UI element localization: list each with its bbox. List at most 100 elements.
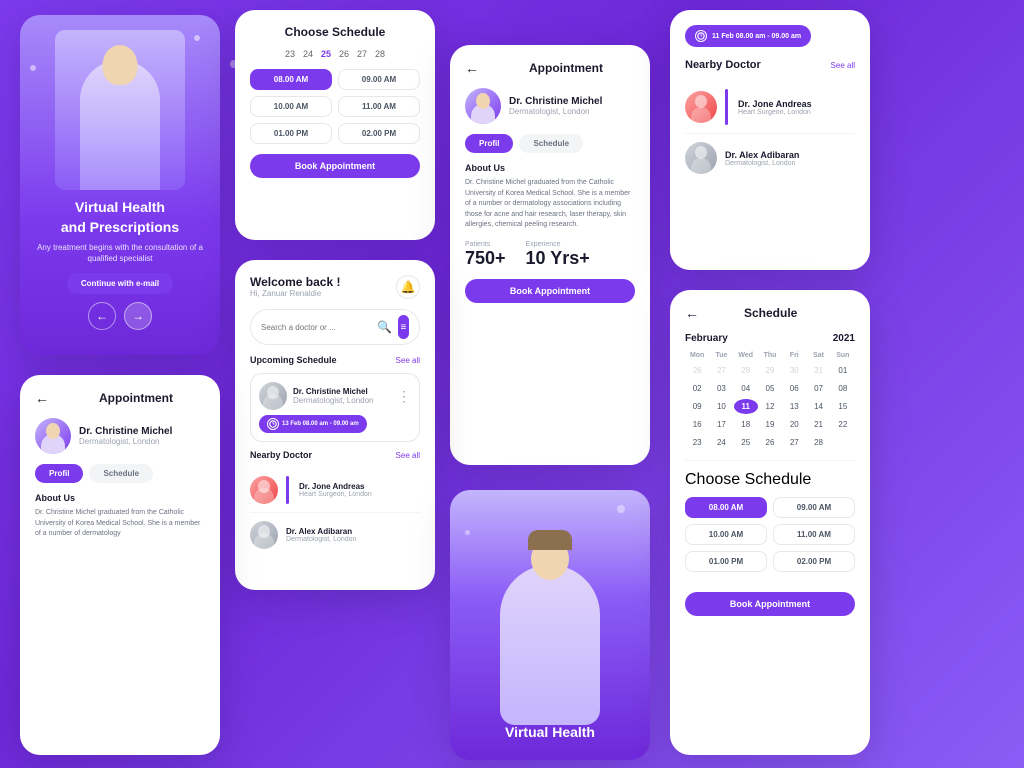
- book-appointment-button-appt-top[interactable]: Book Appointment: [465, 279, 635, 303]
- time-slot-0900[interactable]: 09.00 AM: [338, 69, 420, 90]
- date-26[interactable]: 26: [339, 49, 349, 59]
- time-slot-1000[interactable]: 10.00 AM: [250, 96, 332, 117]
- doctor-info-row-top: Dr. Christine Michel Dermatologist, Lond…: [465, 88, 635, 124]
- welcome-doc-spec-alex: Dermatologist, London: [286, 536, 356, 543]
- cal-date-06[interactable]: 06: [782, 381, 806, 396]
- cal-divider: [685, 460, 855, 461]
- cal-date-15[interactable]: 15: [831, 399, 855, 414]
- cal-date-31p[interactable]: 31: [806, 363, 830, 378]
- doctor-name-jone: Dr. Jone Andreas: [738, 99, 812, 109]
- notification-icon[interactable]: 🔔: [396, 275, 420, 299]
- experience-label: Experience: [526, 241, 590, 248]
- cal-date-20[interactable]: 20: [782, 417, 806, 432]
- cal-week-3: 09 10 11 12 13 14 15: [685, 399, 855, 414]
- date-23[interactable]: 23: [285, 49, 295, 59]
- cal-date-02[interactable]: 02: [685, 381, 709, 396]
- cal-date-01[interactable]: 01: [831, 363, 855, 378]
- welcome-username: Hi, Zanuar Renaldie: [250, 289, 340, 298]
- patients-value: 750+: [465, 248, 506, 269]
- cal-date-21[interactable]: 21: [806, 417, 830, 432]
- tab-profil-bottom[interactable]: Profil: [35, 464, 83, 483]
- tab-profil-top[interactable]: Profil: [465, 134, 513, 153]
- sched-doc-spec: Dermatologist, London: [293, 396, 374, 405]
- time-slot-0200[interactable]: 02.00 PM: [338, 123, 420, 144]
- tab-schedule-top[interactable]: Schedule: [519, 134, 583, 153]
- hero-title-line2: and Prescriptions: [61, 219, 179, 235]
- date-28[interactable]: 28: [375, 49, 385, 59]
- sched-card-header: Dr. Christine Michel Dermatologist, Lond…: [259, 382, 411, 410]
- cal-time-slot-1100[interactable]: 11.00 AM: [773, 524, 855, 545]
- cal-date-26[interactable]: 26: [758, 435, 782, 450]
- cal-date-23[interactable]: 23: [685, 435, 709, 450]
- cal-date-16[interactable]: 16: [685, 417, 709, 432]
- cal-date-13[interactable]: 13: [782, 399, 806, 414]
- nearby-see-all-top[interactable]: See all: [831, 61, 855, 70]
- filter-button[interactable]: ≡: [398, 315, 409, 339]
- welcome-doc-thumb-jone: [250, 476, 278, 504]
- cal-date-17[interactable]: 17: [709, 417, 733, 432]
- upcoming-see-all[interactable]: See all: [396, 356, 420, 365]
- cal-date-27p[interactable]: 27: [709, 363, 733, 378]
- nearby-doctor-item-0: Dr. Jone Andreas Heart Surgeon, London: [685, 81, 855, 134]
- cal-date-07[interactable]: 07: [806, 381, 830, 396]
- welcome-text-group: Welcome back ! Hi, Zanuar Renaldie: [250, 275, 340, 298]
- cal-date-22[interactable]: 22: [831, 417, 855, 432]
- cal-date-24[interactable]: 24: [709, 435, 733, 450]
- book-appointment-button-top[interactable]: Book Appointment: [250, 154, 420, 178]
- cal-book-btn[interactable]: Book Appointment: [685, 592, 855, 616]
- cal-date-26p[interactable]: 26: [685, 363, 709, 378]
- cal-date-29p[interactable]: 29: [758, 363, 782, 378]
- time-slot-0100[interactable]: 01.00 PM: [250, 123, 332, 144]
- cal-time-slot-0200[interactable]: 02.00 PM: [773, 551, 855, 572]
- cal-back-arrow[interactable]: ←: [685, 305, 699, 321]
- cal-date-10[interactable]: 10: [709, 399, 733, 414]
- cal-date-08[interactable]: 08: [831, 381, 855, 396]
- cal-date-05[interactable]: 05: [758, 381, 782, 396]
- cal-date-12[interactable]: 12: [758, 399, 782, 414]
- tab-schedule-bottom[interactable]: Schedule: [89, 464, 153, 483]
- cal-time-slot-1000[interactable]: 10.00 AM: [685, 524, 767, 545]
- cal-date-11-today[interactable]: 11: [734, 399, 758, 414]
- cal-date-04[interactable]: 04: [734, 381, 758, 396]
- cal-date-28p[interactable]: 28: [734, 363, 758, 378]
- time-badge-top: 11 Feb 08.00 am - 09.00 am: [685, 25, 811, 47]
- cal-date-30p[interactable]: 30: [782, 363, 806, 378]
- tab-row-bottom: Profil Schedule: [35, 464, 205, 483]
- three-dots-icon[interactable]: ⋮: [397, 388, 411, 405]
- patients-label: Patients: [465, 241, 506, 248]
- back-arrow-bottom[interactable]: ←: [35, 390, 49, 406]
- day-thu: Thu: [758, 352, 782, 359]
- cal-date-27[interactable]: 27: [782, 435, 806, 450]
- date-25-active[interactable]: 25: [321, 49, 331, 59]
- cal-date-09[interactable]: 09: [685, 399, 709, 414]
- sched-doc-info: Dr. Christine Michel Dermatologist, Lond…: [293, 387, 374, 405]
- cal-time-slot-0900[interactable]: 09.00 AM: [773, 497, 855, 518]
- cal-date-28[interactable]: 28: [806, 435, 830, 450]
- time-slot-1100[interactable]: 11.00 AM: [338, 96, 420, 117]
- cal-date-18[interactable]: 18: [734, 417, 758, 432]
- back-arrow-top[interactable]: ←: [465, 60, 479, 76]
- vhealth-doctor-silhouette: [490, 530, 610, 725]
- upcoming-schedule-card: Dr. Christine Michel Dermatologist, Lond…: [250, 373, 420, 442]
- vhealth-bottom-card: Virtual Health: [450, 490, 650, 760]
- cal-week-5: 23 24 25 26 27 28: [685, 435, 855, 450]
- doctor-name-alex: Dr. Alex Adibaran: [725, 150, 799, 160]
- welcome-nearby-see-all[interactable]: See all: [396, 451, 420, 460]
- about-text-top: Dr. Christine Michel graduated from the …: [465, 178, 635, 231]
- cal-date-03[interactable]: 03: [709, 381, 733, 396]
- continue-email-button[interactable]: Continue with e-mail: [67, 273, 173, 294]
- cal-date-14[interactable]: 14: [806, 399, 830, 414]
- cal-time-slot-0800[interactable]: 08.00 AM: [685, 497, 767, 518]
- prev-button[interactable]: ←: [88, 302, 116, 330]
- time-slot-0800[interactable]: 08.00 AM: [250, 69, 332, 90]
- upcoming-title: Upcoming Schedule: [250, 355, 337, 365]
- date-24[interactable]: 24: [303, 49, 313, 59]
- cal-date-25[interactable]: 25: [734, 435, 758, 450]
- date-27[interactable]: 27: [357, 49, 367, 59]
- next-button[interactable]: →: [124, 302, 152, 330]
- cal-schedule-title: Choose Schedule: [685, 471, 855, 489]
- cal-time-slot-0100[interactable]: 01.00 PM: [685, 551, 767, 572]
- cal-date-19[interactable]: 19: [758, 417, 782, 432]
- search-input[interactable]: [261, 323, 371, 332]
- hero-card: Virtual Health and Prescriptions Any tre…: [20, 15, 220, 355]
